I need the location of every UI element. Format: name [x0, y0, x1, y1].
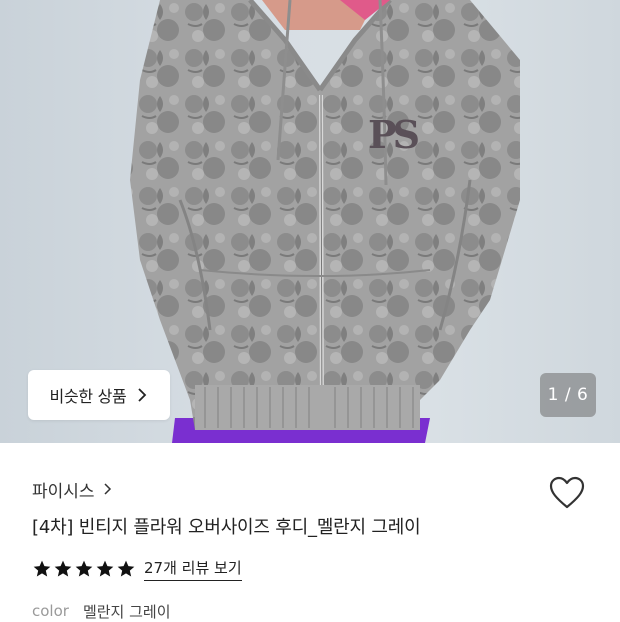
star-icon: [117, 560, 135, 577]
brand-link[interactable]: 파이시스: [32, 477, 112, 502]
rating-stars: [32, 559, 136, 579]
brand-logo: PS: [368, 112, 420, 157]
color-row: color 멜란지 그레이: [32, 600, 171, 622]
image-counter: 1 / 6: [540, 373, 596, 417]
color-label: color: [32, 602, 69, 620]
star-icon: [54, 560, 72, 577]
rating-row: 27개 리뷰 보기: [32, 556, 242, 582]
color-value: 멜란지 그레이: [82, 602, 171, 621]
brand-name: 파이시스: [32, 481, 95, 502]
heart-icon[interactable]: [548, 474, 586, 512]
chevron-right-icon: [104, 483, 111, 495]
chevron-right-icon: [138, 388, 147, 402]
product-title: [4차] 빈티지 플라워 오버사이즈 후디_멜란지 그레이: [32, 517, 421, 538]
star-icon: [75, 560, 93, 577]
star-icon: [96, 560, 114, 577]
star-icon: [33, 560, 51, 577]
similar-products-button[interactable]: 비슷한 상품: [28, 370, 170, 420]
similar-products-label: 비슷한 상품: [49, 387, 127, 406]
review-link[interactable]: 27개 리뷰 보기: [144, 557, 242, 581]
product-image[interactable]: PS 비슷한 상품 1 / 6: [0, 0, 620, 443]
